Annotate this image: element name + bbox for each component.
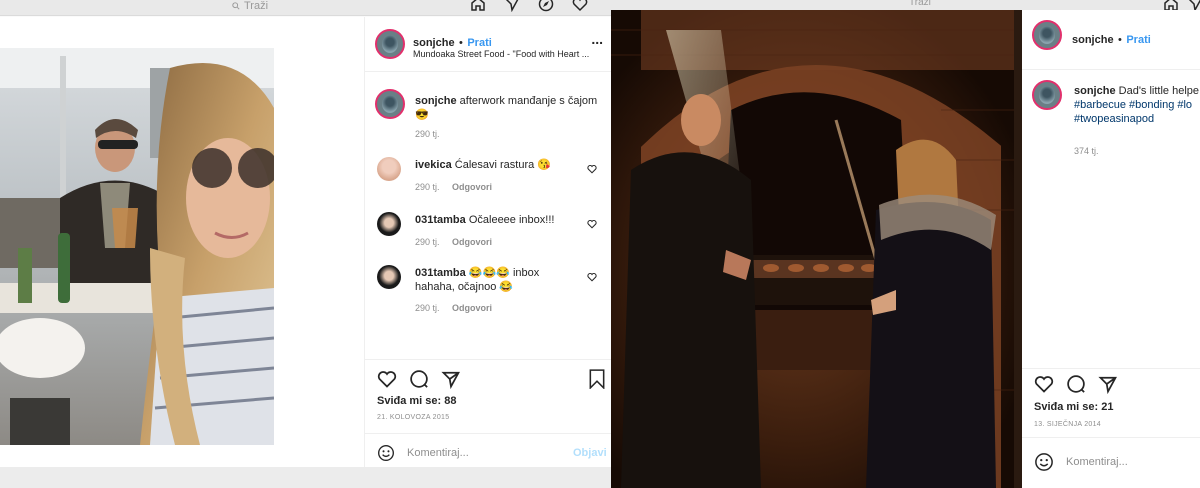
comment-avatar[interactable]	[377, 212, 401, 236]
comment-time: 290 tj.	[415, 182, 440, 192]
post-header: sonjche • Prati Mundoaka Street Food - "…	[365, 17, 611, 72]
caption-hashtags-line2[interactable]: #twopeasinapod	[1074, 113, 1154, 125]
post-side-panel: sonjche • Prati Mundoaka Street Food - "…	[364, 17, 611, 467]
comment-item: 031tamba 😂😂😂 inbox hahaha, očajnoo 😂 290…	[365, 263, 611, 319]
follow-separator: •	[459, 37, 463, 49]
comment-time: 290 tj.	[415, 237, 440, 247]
screenshot-collage: Traži sonjche • Prati Mundoaka Street Fo…	[0, 0, 1200, 488]
comment-avatar[interactable]	[377, 265, 401, 289]
post-photo[interactable]	[611, 10, 1022, 488]
comment-item: ivekica Ćalesavi rastura 😘 290 tj. Odgov…	[365, 155, 611, 197]
comment-text: Ćalesavi rastura 😘	[454, 159, 551, 171]
direct-icon[interactable]	[504, 0, 520, 12]
caption-hashtags-line1[interactable]: #barbecue #bonding #lo	[1074, 99, 1192, 111]
avatar[interactable]	[1032, 20, 1062, 50]
comment-username[interactable]: ivekica	[415, 159, 452, 171]
actions-divider	[365, 359, 611, 360]
caption-avatar[interactable]	[1032, 80, 1062, 110]
post-username[interactable]: sonjche	[1072, 34, 1114, 46]
like-heart-icon[interactable]	[1034, 374, 1054, 394]
follow-button[interactable]: Prati	[1126, 34, 1150, 46]
comment-input[interactable]: Komentiraj...	[1066, 456, 1128, 468]
likes-count[interactable]: Sviđa mi se: 88	[377, 395, 457, 407]
comment-like-heart-icon[interactable]	[587, 272, 597, 282]
actions-divider	[1022, 368, 1200, 369]
comment-input[interactable]: Komentiraj...	[407, 447, 469, 459]
more-options-icon[interactable]: ...	[591, 32, 603, 46]
reply-button[interactable]: Odgovori	[452, 303, 492, 313]
explore-icon[interactable]	[538, 0, 554, 12]
comment-avatar[interactable]	[377, 157, 401, 181]
comment-text: Očaleeee inbox!!!	[468, 214, 555, 226]
post-date: 21. KOLOVOZA 2015	[377, 414, 450, 421]
home-icon[interactable]	[470, 0, 486, 12]
caption-row: sonjche Dad's little helpe #barbecue #bo…	[1022, 78, 1200, 158]
comment-username[interactable]: 031tamba	[415, 214, 466, 226]
right-top-nav: Traži	[611, 0, 1200, 12]
left-instagram-window: Traži sonjche • Prati Mundoaka Street Fo…	[0, 0, 611, 488]
post-comment-button[interactable]: Objavi	[573, 447, 607, 459]
comment-bar: Komentiraj... Objavi	[365, 433, 611, 467]
caption-time: 290 tj.	[415, 129, 440, 139]
post-photo-image	[611, 10, 1022, 488]
caption-time: 374 tj.	[1074, 146, 1099, 156]
left-window-bottom	[0, 467, 611, 488]
emoji-smiley-icon[interactable]	[377, 444, 395, 462]
post-date: 13. SIJEČNJA 2014	[1034, 421, 1101, 428]
share-paper-plane-icon[interactable]	[1098, 374, 1118, 394]
avatar[interactable]	[375, 29, 405, 59]
bookmark-icon[interactable]	[588, 369, 606, 389]
action-bar	[377, 369, 461, 389]
caption-username[interactable]: sonjche	[415, 95, 457, 107]
comment-like-heart-icon[interactable]	[587, 219, 597, 229]
post-photo-image	[0, 48, 274, 445]
comment-username[interactable]: 031tamba	[415, 267, 466, 279]
comment-bar: Komentiraj...	[1022, 437, 1200, 488]
photo-edge-strip	[1014, 10, 1022, 488]
comment-bubble-icon[interactable]	[1066, 374, 1086, 394]
comment-text-line2: hahaha, očajnoo 😂	[415, 281, 514, 293]
search-placeholder: Traži	[244, 0, 269, 12]
follow-separator: •	[1118, 34, 1122, 46]
action-bar	[1034, 374, 1118, 394]
search-icon	[232, 2, 240, 10]
caption-text: Dad's little helpe	[1118, 85, 1200, 97]
search-input[interactable]: Traži	[232, 0, 362, 12]
comment-bubble-icon[interactable]	[409, 369, 429, 389]
follow-button[interactable]: Prati	[467, 37, 491, 49]
post-location[interactable]: Mundoaka Street Food - "Food with Heart …	[413, 49, 605, 59]
comment-time: 290 tj.	[415, 303, 440, 313]
right-instagram-window: Traži sonjche • Prati sonjche Dad's litt…	[611, 0, 1200, 488]
nav-icons	[470, 0, 588, 12]
post-side-panel: sonjche • Prati sonjche Dad's little hel…	[1022, 10, 1200, 488]
post-username[interactable]: sonjche	[413, 37, 455, 49]
reply-button[interactable]: Odgovori	[452, 182, 492, 192]
post-header: sonjche • Prati	[1022, 10, 1200, 70]
like-heart-icon[interactable]	[377, 369, 397, 389]
share-paper-plane-icon[interactable]	[441, 369, 461, 389]
comment-like-heart-icon[interactable]	[587, 164, 597, 174]
left-top-nav: Traži	[0, 0, 611, 16]
caption-username[interactable]: sonjche	[1074, 85, 1116, 97]
post-photo[interactable]	[0, 48, 274, 445]
activity-heart-icon[interactable]	[572, 0, 588, 12]
search-input[interactable]: Traži	[909, 0, 931, 8]
comment-text: 😂😂😂 inbox	[468, 267, 540, 279]
caption-avatar[interactable]	[375, 89, 405, 119]
reply-button[interactable]: Odgovori	[452, 237, 492, 247]
emoji-smiley-icon[interactable]	[1034, 452, 1054, 472]
likes-count[interactable]: Sviđa mi se: 21	[1034, 401, 1114, 413]
caption-row: sonjche afterwork manđanje s čajom 😎 290…	[365, 87, 611, 147]
comment-item: 031tamba Očaleeee inbox!!! 290 tj. Odgov…	[365, 210, 611, 252]
